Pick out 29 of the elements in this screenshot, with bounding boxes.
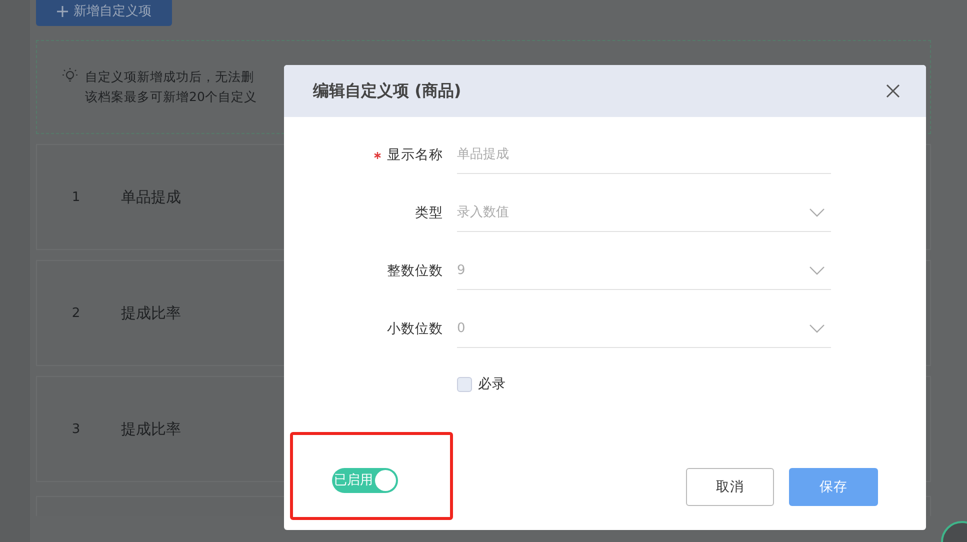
row-name: 提成比率 — [121, 304, 181, 322]
checkbox-label: 必录 — [478, 375, 506, 393]
row-name: 提成比率 — [121, 420, 181, 438]
chevron-down-icon — [809, 208, 825, 217]
chevron-down-icon — [809, 266, 825, 275]
tip-text: 自定义项新增成功后，无法删 — [85, 68, 255, 86]
select-field[interactable]: 0 — [457, 319, 831, 348]
plus-icon — [56, 6, 68, 16]
select-field[interactable]: 9 — [457, 261, 831, 290]
row-number: 2 — [70, 306, 82, 320]
select-field[interactable]: 录入数值 — [457, 203, 831, 232]
field-label: 小数位数 — [387, 320, 443, 339]
close-icon — [886, 84, 900, 98]
row-number: 1 — [70, 190, 82, 204]
row-number: 3 — [70, 422, 82, 436]
toggle-switch[interactable]: 已启用 — [332, 468, 398, 492]
tip-text: 该档案最多可新增20个自定义 — [85, 88, 258, 106]
save-button[interactable]: 保存 — [789, 468, 878, 506]
dialog-title: 编辑自定义项 (商品) — [313, 80, 462, 102]
add-button[interactable]: 新增自定义项 — [36, 0, 172, 26]
field-label: 整数位数 — [387, 262, 443, 281]
chevron-down-icon — [809, 324, 825, 333]
field-label: 显示名称 — [387, 146, 443, 165]
floating-button[interactable] — [940, 520, 967, 542]
text-field[interactable]: 单品提成 — [457, 145, 831, 174]
field-label: 类型 — [415, 204, 443, 223]
row-name: 单品提成 — [121, 188, 181, 206]
cancel-button[interactable]: 取消 — [686, 468, 774, 506]
checkbox[interactable] — [457, 376, 472, 392]
